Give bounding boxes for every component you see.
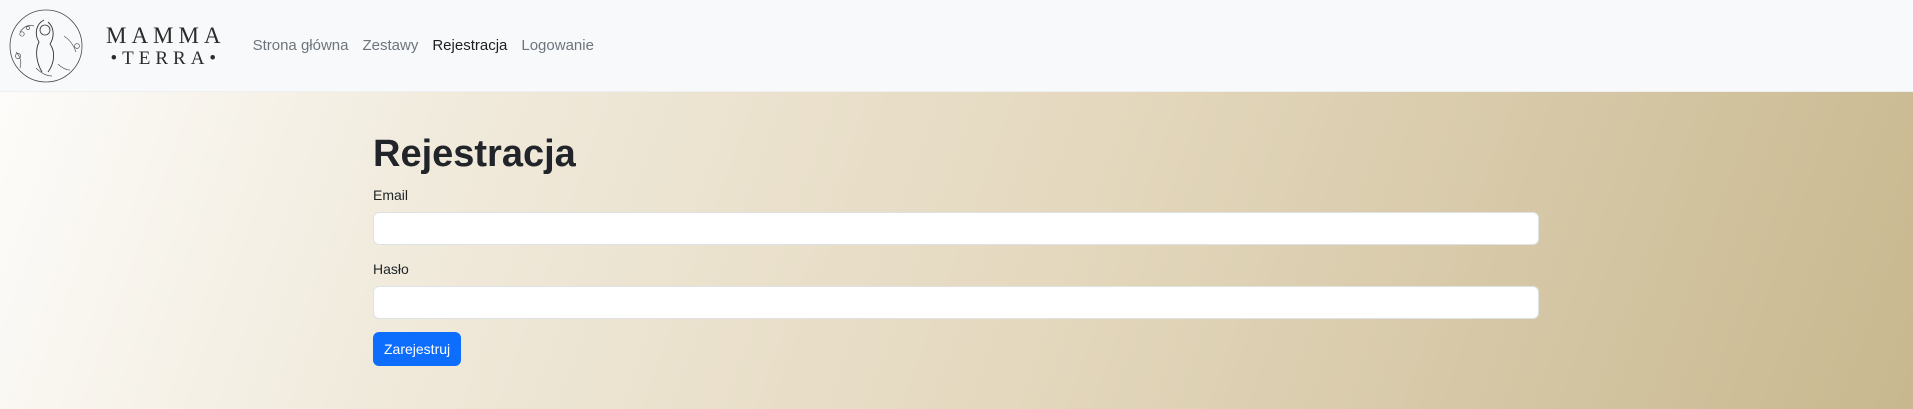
registration-form: Rejestracja Email Hasło Zarejestruj xyxy=(373,133,1539,366)
page-title: Rejestracja xyxy=(373,133,576,175)
password-field[interactable] xyxy=(373,285,1539,319)
password-label: Hasło xyxy=(373,260,409,277)
nav-item-strona-glowna[interactable]: Strona główna xyxy=(246,29,356,62)
email-field[interactable] xyxy=(373,211,1539,245)
brand-wordmark: MAMMA •TERRA• xyxy=(106,24,226,68)
top-navbar: MAMMA •TERRA• Strona główna Zestawy Reje… xyxy=(0,0,1913,92)
main-nav: Strona główna Zestawy Rejestracja Logowa… xyxy=(246,29,601,62)
email-label: Email xyxy=(373,186,409,203)
mamma-terra-logo-icon xyxy=(9,9,83,82)
brand-logo[interactable]: MAMMA •TERRA• xyxy=(6,6,226,86)
nav-item-logowanie[interactable]: Logowanie xyxy=(514,29,601,62)
brand-line-1: MAMMA xyxy=(106,22,226,48)
brand-line-2: •TERRA• xyxy=(110,47,222,69)
nav-item-rejestracja[interactable]: Rejestracja xyxy=(425,29,514,62)
main-content: Rejestracja Email Hasło Zarejestruj xyxy=(0,92,1913,409)
nav-item-zestawy[interactable]: Zestawy xyxy=(355,29,425,62)
register-button[interactable]: Zarejestruj xyxy=(373,331,462,366)
